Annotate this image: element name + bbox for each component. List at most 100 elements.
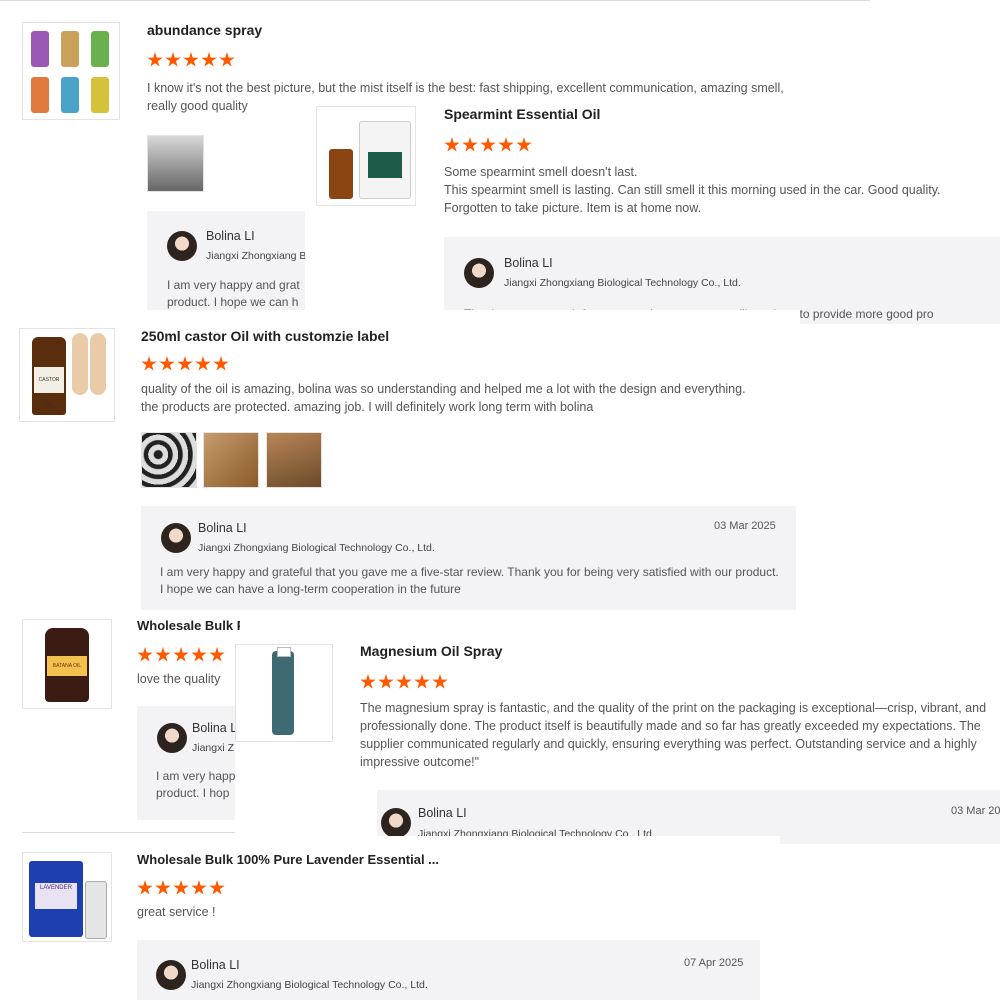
product-title[interactable]: Magnesium Oil Spray <box>360 643 502 659</box>
seller-company: Jiangxi Zhongxiang B <box>206 250 307 262</box>
star-icon <box>414 674 430 689</box>
star-icon <box>137 647 153 662</box>
seller-name: Bolina LI <box>191 958 240 972</box>
seller-company: Jiangxi Zhongxiang Biological Technology… <box>191 979 428 991</box>
batana-label: BATANA OIL <box>47 656 87 676</box>
seller-name: Bolina LI <box>198 521 247 535</box>
reply-date: 07 Apr 2025 <box>684 957 744 969</box>
rating-stars <box>444 137 532 153</box>
review-card-spearmint: Spearmint Essential Oil Some spearmint s… <box>305 96 1000 324</box>
product-thumbnail[interactable]: LAVENDER <box>22 852 112 942</box>
review-card-batana: BATANA OIL Wholesale Bulk Price Batana O… <box>0 612 240 834</box>
seller-company: Jiangxi Z <box>192 742 235 754</box>
bottle-icon <box>329 149 353 199</box>
review-text-line: Some spearmint smell doesn't last. <box>444 165 638 179</box>
star-icon <box>462 137 478 152</box>
star-icon <box>213 356 229 371</box>
review-card-castor: CASTOR OIL 250ml castor Oil with customz… <box>0 310 800 610</box>
seller-reply: Bolina L Jiangxi Z I am very happ produc… <box>137 706 240 820</box>
rating-stars <box>147 52 235 68</box>
product-title[interactable]: Wholesale Bulk Price Batana Oil Pure ... <box>137 618 240 633</box>
rating-stars <box>141 356 229 372</box>
avatar <box>167 231 197 261</box>
bottle-icon <box>31 77 49 113</box>
star-icon <box>191 647 207 662</box>
star-icon <box>432 674 448 689</box>
review-text: quality of the oil is amazing, bolina wa… <box>141 382 746 414</box>
bottle-icon <box>31 31 49 67</box>
star-icon <box>159 356 175 371</box>
seller-company: Jiangxi Zhongxiang Biological Technology… <box>198 542 435 554</box>
star-icon <box>396 674 412 689</box>
star-icon <box>141 356 157 371</box>
product-thumbnail[interactable] <box>22 22 120 120</box>
review-photo[interactable] <box>141 432 197 488</box>
avatar <box>381 808 411 838</box>
review-photo[interactable] <box>266 432 322 488</box>
bottle-icon <box>61 31 79 67</box>
review-text-line: Forgotten to take picture. Item is at ho… <box>444 201 702 215</box>
star-icon <box>183 52 199 67</box>
spray-bottle-icon <box>272 647 294 735</box>
star-icon <box>155 880 171 895</box>
review-text: great service ! <box>137 905 216 919</box>
star-icon <box>378 674 394 689</box>
star-icon <box>360 674 376 689</box>
castor-label: CASTOR OIL <box>34 367 64 409</box>
jug-icon: BATANA OIL <box>45 628 89 702</box>
product-title[interactable]: Wholesale Bulk 100% Pure Lavender Essent… <box>137 852 439 867</box>
lavender-label: LAVENDER <box>35 883 77 909</box>
rating-stars <box>360 674 448 690</box>
star-icon <box>173 647 189 662</box>
review-card-lavender: LAVENDER Wholesale Bulk 100% Pure Lavend… <box>0 836 780 1000</box>
product-title[interactable]: 250ml castor Oil with customzie label <box>141 328 389 344</box>
product-thumbnail[interactable]: BATANA OIL <box>22 619 112 709</box>
product-title[interactable]: abundance spray <box>147 22 262 38</box>
seller-company: Jiangxi Zhongxiang Biological Technology… <box>504 277 741 289</box>
review-photo[interactable] <box>203 432 259 488</box>
bottle-icon: CASTOR OIL <box>32 337 66 415</box>
reply-date: 03 Mar 2025 <box>714 520 776 532</box>
star-icon <box>165 52 181 67</box>
avatar <box>464 258 494 288</box>
review-card-magnesium: Magnesium Oil Spray The magnesium spray … <box>235 632 1000 844</box>
review-text-line: This spearmint smell is lasting. Can sti… <box>444 183 941 197</box>
seller-reply: Bolina LI Jiangxi Zhongxiang Biological … <box>137 940 760 1000</box>
reply-date: 03 Mar 20 <box>951 805 1000 817</box>
star-icon <box>173 880 189 895</box>
star-icon <box>137 880 153 895</box>
product-thumbnail[interactable] <box>235 644 333 742</box>
rating-stars <box>137 647 225 663</box>
bottle-icon <box>91 77 109 113</box>
star-icon <box>201 52 217 67</box>
star-icon <box>209 880 225 895</box>
seller-name: Bolina LI <box>504 256 553 270</box>
star-icon <box>444 137 460 152</box>
dropper-icon <box>90 333 106 395</box>
reply-text: I am very happy and grateful that you ga… <box>160 565 779 596</box>
reply-text: I am very happy and grat product. I hope… <box>167 278 300 309</box>
star-icon <box>480 137 496 152</box>
bottle-icon <box>61 77 79 113</box>
seller-name: Bolina LI <box>418 806 467 820</box>
star-icon <box>516 137 532 152</box>
star-icon <box>195 356 211 371</box>
star-icon <box>177 356 193 371</box>
seller-reply: Bolina LI Jiangxi Zhongxiang Biological … <box>141 506 796 610</box>
review-text: love the quality <box>137 672 221 686</box>
jerrycan-icon <box>359 121 411 199</box>
star-icon <box>209 647 225 662</box>
product-thumbnail[interactable]: CASTOR OIL <box>19 328 115 422</box>
product-thumbnail[interactable] <box>316 106 416 206</box>
star-icon <box>498 137 514 152</box>
jerrycan-icon: LAVENDER <box>29 861 83 937</box>
review-photo[interactable] <box>147 135 204 192</box>
star-icon <box>219 52 235 67</box>
divider <box>22 832 240 833</box>
avatar <box>156 960 186 990</box>
seller-name: Bolina LI <box>206 229 255 243</box>
star-icon <box>155 647 171 662</box>
bottle-icon <box>85 881 107 939</box>
star-icon <box>191 880 207 895</box>
product-title[interactable]: Spearmint Essential Oil <box>444 106 600 122</box>
